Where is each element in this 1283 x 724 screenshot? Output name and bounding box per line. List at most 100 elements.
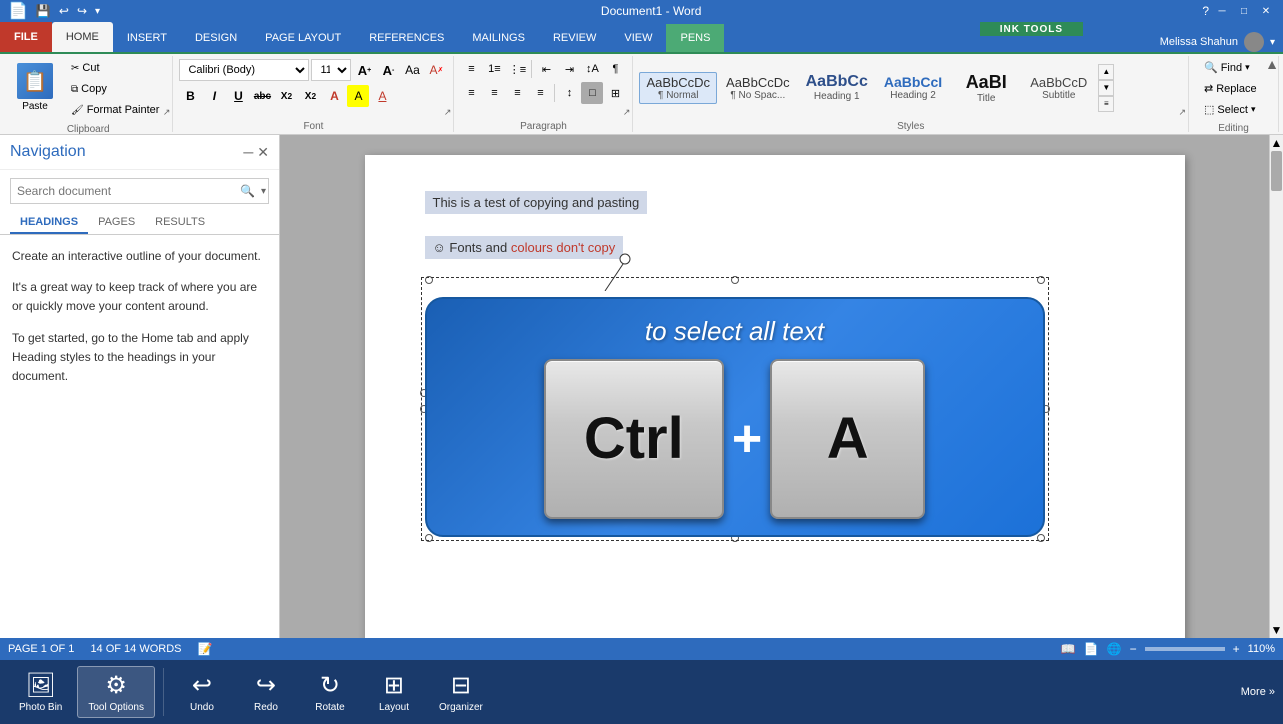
- scroll-thumb[interactable]: [1271, 151, 1282, 191]
- nav-tab-results[interactable]: RESULTS: [145, 212, 215, 234]
- ctrl-a-graphic[interactable]: to select all text Ctrl + A: [425, 297, 1045, 537]
- search-dropdown-icon[interactable]: ▾: [259, 186, 268, 197]
- tab-view[interactable]: VIEW: [610, 24, 666, 52]
- style-title-button[interactable]: AaBI Title: [951, 69, 1021, 107]
- quick-access-undo[interactable]: ↩: [59, 4, 69, 18]
- clipboard-expand-icon[interactable]: ↗: [163, 107, 171, 118]
- user-dropdown-icon[interactable]: ▾: [1270, 37, 1275, 48]
- handle-bot-left[interactable]: [425, 534, 433, 542]
- styles-scroll-up[interactable]: ▲: [1098, 64, 1114, 80]
- highlight-button[interactable]: A: [347, 85, 369, 107]
- sort-button[interactable]: ↕A: [581, 58, 603, 80]
- format-painter-button[interactable]: 🖌 Format Painter: [64, 100, 166, 120]
- restore-button[interactable]: □: [1235, 4, 1253, 18]
- tab-home[interactable]: HOME: [52, 22, 113, 52]
- nav-tab-headings[interactable]: HEADINGS: [10, 212, 88, 234]
- decrease-indent-button[interactable]: ⇤: [535, 58, 557, 80]
- italic-button[interactable]: I: [203, 85, 225, 107]
- tab-review[interactable]: REVIEW: [539, 24, 610, 52]
- increase-indent-button[interactable]: ⇥: [558, 58, 580, 80]
- shading-button[interactable]: □: [581, 82, 603, 104]
- tab-references[interactable]: REFERENCES: [355, 24, 458, 52]
- align-left-button[interactable]: ≡: [460, 82, 482, 104]
- style-nospace-button[interactable]: AaBbCcDc ¶ No Spac...: [719, 72, 797, 104]
- zoom-out-button[interactable]: −: [1130, 642, 1137, 656]
- underline-button[interactable]: U: [227, 85, 249, 107]
- replace-button[interactable]: ⇄ Replace: [1195, 79, 1266, 98]
- style-heading1-button[interactable]: AaBbCc Heading 1: [799, 70, 875, 105]
- collapse-ribbon-button[interactable]: ▲: [1265, 56, 1279, 72]
- view-read-button[interactable]: 📖: [1061, 642, 1076, 656]
- paste-button[interactable]: 📋 Paste: [10, 58, 60, 120]
- bullets-button[interactable]: ≡: [460, 58, 482, 80]
- minimize-button[interactable]: ─: [1213, 4, 1231, 18]
- nav-close-button[interactable]: ✕: [257, 144, 269, 161]
- more-label[interactable]: More »: [1241, 686, 1275, 698]
- taskbar-tool-options[interactable]: ⚙ Tool Options: [77, 666, 155, 718]
- cut-button[interactable]: ✂ Cut: [64, 58, 166, 78]
- view-web-button[interactable]: 🌐: [1107, 642, 1122, 656]
- subscript-button[interactable]: X2: [275, 85, 297, 107]
- taskbar-undo[interactable]: ↩ Undo: [172, 666, 232, 718]
- font-color-button[interactable]: A: [371, 85, 393, 107]
- proofread-icon[interactable]: 📝: [198, 642, 213, 656]
- style-subtitle-button[interactable]: AaBbCcD Subtitle: [1023, 72, 1094, 104]
- handle-top-left[interactable]: [425, 276, 433, 284]
- view-print-button[interactable]: 📄: [1084, 642, 1099, 656]
- handle-top-right[interactable]: [1037, 276, 1045, 284]
- superscript-button[interactable]: X2: [299, 85, 321, 107]
- search-icon[interactable]: 🔍: [236, 184, 259, 198]
- styles-more[interactable]: ≡: [1098, 96, 1114, 112]
- find-button[interactable]: 🔍 Find ▾: [1195, 58, 1259, 77]
- decrease-font-button[interactable]: A-: [377, 59, 399, 81]
- nav-tab-pages[interactable]: PAGES: [88, 212, 145, 234]
- nav-minimize-button[interactable]: ─: [243, 144, 253, 161]
- quick-access-save[interactable]: 💾: [36, 4, 51, 18]
- zoom-in-button[interactable]: +: [1233, 642, 1240, 656]
- align-center-button[interactable]: ≡: [483, 82, 505, 104]
- taskbar-redo[interactable]: ↪ Redo: [236, 666, 296, 718]
- increase-font-button[interactable]: A+: [353, 59, 375, 81]
- graphic-selection-container[interactable]: to select all text Ctrl + A: [425, 281, 1045, 537]
- scroll-down-button[interactable]: ▼: [1270, 622, 1283, 638]
- numbered-list-button[interactable]: 1≡: [483, 58, 505, 80]
- align-right-button[interactable]: ≡: [506, 82, 528, 104]
- select-button[interactable]: ⬚ Select ▾: [1195, 100, 1265, 119]
- font-size-selector[interactable]: 11: [311, 59, 351, 81]
- tab-pens[interactable]: PENS: [666, 24, 724, 52]
- search-input[interactable]: [11, 184, 236, 198]
- document-area[interactable]: This is a test of copying and pasting ☺ …: [280, 135, 1269, 638]
- help-icon[interactable]: ?: [1202, 4, 1209, 18]
- styles-scroll-down[interactable]: ▼: [1098, 80, 1114, 96]
- tab-file[interactable]: FILE: [0, 22, 52, 52]
- change-case-button[interactable]: Aa: [401, 59, 423, 81]
- style-heading2-button[interactable]: AaBbCcI Heading 2: [877, 71, 949, 104]
- close-button[interactable]: ✕: [1257, 4, 1275, 18]
- show-formatting-button[interactable]: ¶: [604, 58, 626, 80]
- copy-button[interactable]: ⧉ Copy: [64, 79, 166, 99]
- styles-expand-icon[interactable]: ↗: [1178, 107, 1186, 118]
- paragraph-expand-icon[interactable]: ↗: [623, 107, 631, 118]
- tab-mailings[interactable]: MAILINGS: [458, 24, 539, 52]
- scroll-track[interactable]: [1270, 151, 1283, 622]
- taskbar-organizer[interactable]: ⊟ Organizer: [428, 666, 494, 718]
- font-expand-icon[interactable]: ↗: [444, 107, 452, 118]
- style-normal-button[interactable]: AaBbCcDc ¶ Normal: [639, 72, 717, 104]
- right-scrollbar[interactable]: ▲ ▼: [1269, 135, 1283, 638]
- taskbar-photo-bin[interactable]: 🖼 Photo Bin: [8, 666, 73, 718]
- clear-formatting-button[interactable]: A✗: [425, 59, 447, 81]
- justify-button[interactable]: ≡: [529, 82, 551, 104]
- zoom-slider[interactable]: [1145, 647, 1225, 651]
- tab-insert[interactable]: INSERT: [113, 24, 181, 52]
- taskbar-layout[interactable]: ⊞ Layout: [364, 666, 424, 718]
- tab-page-layout[interactable]: PAGE LAYOUT: [251, 24, 355, 52]
- scroll-up-button[interactable]: ▲: [1270, 135, 1283, 151]
- handle-top-center[interactable]: [731, 276, 739, 284]
- multilevel-list-button[interactable]: ⋮≡: [506, 58, 528, 80]
- strikethrough-button[interactable]: abc: [251, 85, 273, 107]
- font-name-selector[interactable]: Calibri (Body): [179, 59, 309, 81]
- tab-design[interactable]: DESIGN: [181, 24, 251, 52]
- bold-button[interactable]: B: [179, 85, 201, 107]
- quick-access-redo[interactable]: ↪: [77, 4, 87, 18]
- handle-bot-right[interactable]: [1037, 534, 1045, 542]
